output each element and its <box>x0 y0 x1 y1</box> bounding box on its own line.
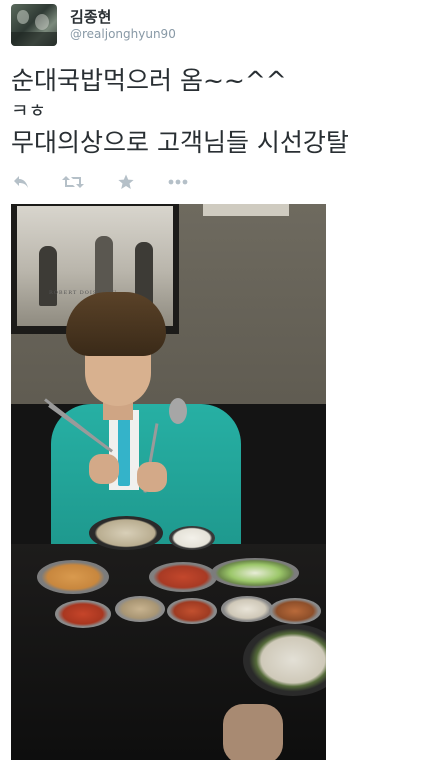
rice-bowl <box>169 526 215 550</box>
tweet-photo[interactable]: ROBERT DOISNEAU <box>11 204 326 760</box>
star-icon <box>118 174 134 189</box>
tweet-text-line-2: ㅋㅎ <box>11 100 46 122</box>
tweet-actions <box>11 170 211 194</box>
spoon <box>169 398 187 424</box>
retweet-icon <box>62 176 84 188</box>
reply-icon <box>14 176 28 188</box>
soup-bowl <box>89 516 163 550</box>
more-icon <box>168 179 188 185</box>
retweet-button[interactable] <box>61 170 85 194</box>
blue-tie <box>118 416 130 486</box>
wall-sign <box>203 204 289 216</box>
sauce-dish-second <box>115 596 165 622</box>
sauce-dish-fourth <box>269 598 321 624</box>
more-button[interactable] <box>167 170 189 194</box>
hair <box>66 292 166 356</box>
salt-dish <box>221 596 273 622</box>
tweet-text-line-3: 무대의상으로 고객님들 시선강탈 <box>11 128 349 157</box>
person-hand <box>223 704 283 760</box>
side-dish-bowl <box>37 560 109 594</box>
sauce-dish <box>55 600 111 628</box>
favorite-button[interactable] <box>117 170 135 194</box>
reply-button[interactable] <box>11 170 31 194</box>
right-hand <box>137 462 167 492</box>
user-avatar[interactable] <box>11 4 57 46</box>
user-handle[interactable]: @realjonghyun90 <box>70 27 176 41</box>
display-name[interactable]: 김종현 <box>70 6 111 27</box>
left-hand <box>89 454 119 484</box>
vegetable-plate <box>211 558 299 588</box>
tweet-text-line-1: 순대국밥먹으러 옴~~^^ <box>11 66 287 95</box>
kimchi-bowl <box>149 562 217 592</box>
sauce-dish-third <box>167 598 217 624</box>
